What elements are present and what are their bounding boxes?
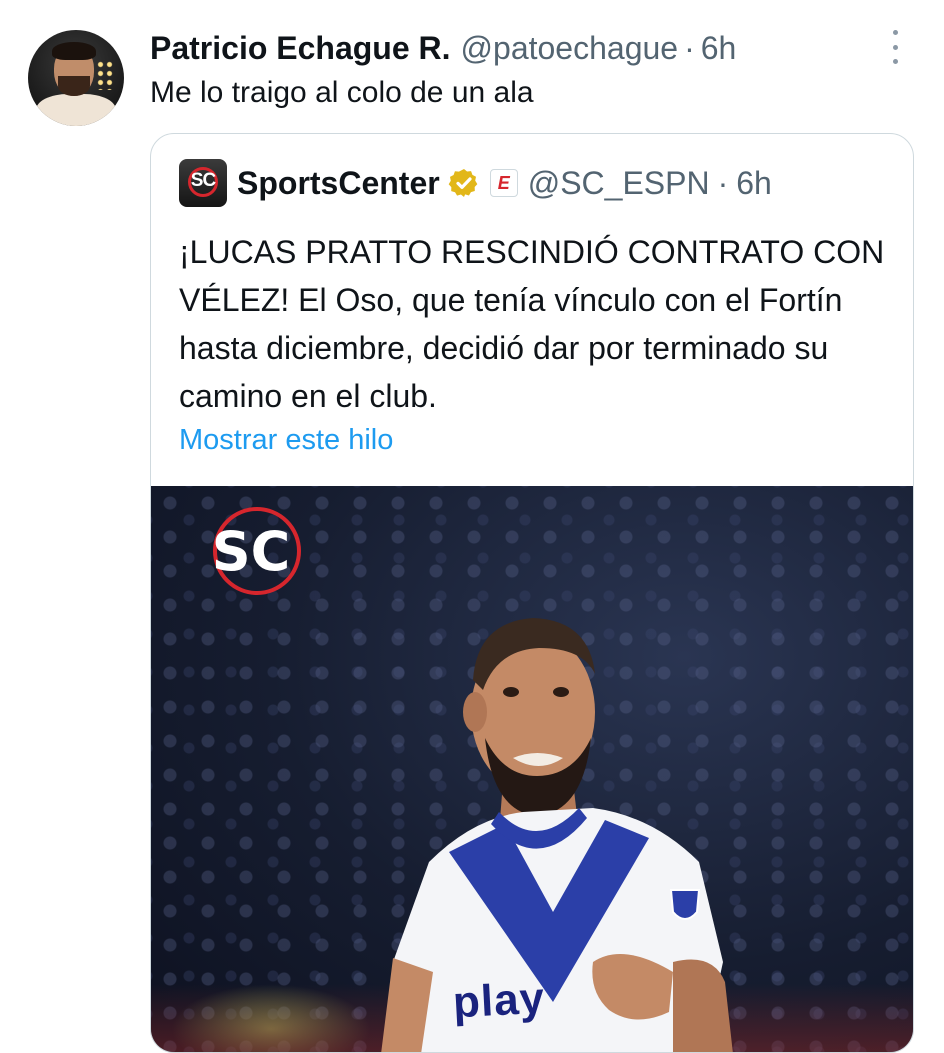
avatar-hair (52, 42, 96, 60)
avatar-background-lights (96, 60, 114, 90)
quoted-tweet-timestamp[interactable]: 6h (736, 165, 772, 202)
tweet-header: Patricio Echague R. @patoechague · 6h (150, 28, 736, 68)
sportscenter-logo: SC (212, 507, 301, 595)
show-thread-link[interactable]: Mostrar este hilo (179, 424, 393, 457)
author-handle[interactable]: @patoechague (461, 30, 679, 67)
quoted-author-name[interactable]: SportsCenter (237, 165, 440, 202)
verified-badge-icon[interactable] (448, 167, 480, 199)
more-dot (892, 59, 898, 64)
avatar-shirt (36, 94, 116, 126)
espn-affiliate-letter: E (497, 173, 510, 193)
quoted-author-handle[interactable]: @SC_ESPN (528, 165, 710, 202)
quoted-tweet-header: SC SportsCenter E @SC_ESPN · 6h (179, 159, 772, 207)
sportscenter-avatar[interactable]: SC (179, 159, 227, 207)
more-dot (892, 30, 898, 35)
author-name[interactable]: Patricio Echague R. (150, 30, 451, 67)
separator-dot: · (684, 29, 695, 66)
shirt-sponsor-text: play (451, 973, 547, 1028)
more-dot (892, 44, 898, 50)
author-avatar[interactable] (28, 30, 124, 126)
tweet[interactable]: Patricio Echague R. @patoechague · 6h Me… (0, 0, 944, 1053)
avatar-beard (58, 76, 90, 96)
sc-avatar-text: SC (190, 170, 216, 191)
more-vertical-icon[interactable] (888, 30, 902, 64)
quoted-tweet-image[interactable]: SC play (151, 486, 913, 1052)
espn-affiliate-icon[interactable]: E (489, 169, 518, 197)
tweet-text: Me lo traigo al colo de un ala (150, 76, 534, 109)
separator-dot: · (717, 164, 729, 201)
quoted-tweet-text: ¡LUCAS PRATTO RESCINDIÓ CONTRATO CON VÉL… (179, 234, 885, 414)
sc-logo-text: SC (212, 520, 291, 583)
quoted-tweet[interactable]: SC SportsCenter E @SC_ESPN · 6h ¡LUCAS P… (150, 133, 914, 1053)
tweet-timestamp[interactable]: 6h (701, 30, 737, 67)
football-player (381, 618, 733, 1052)
